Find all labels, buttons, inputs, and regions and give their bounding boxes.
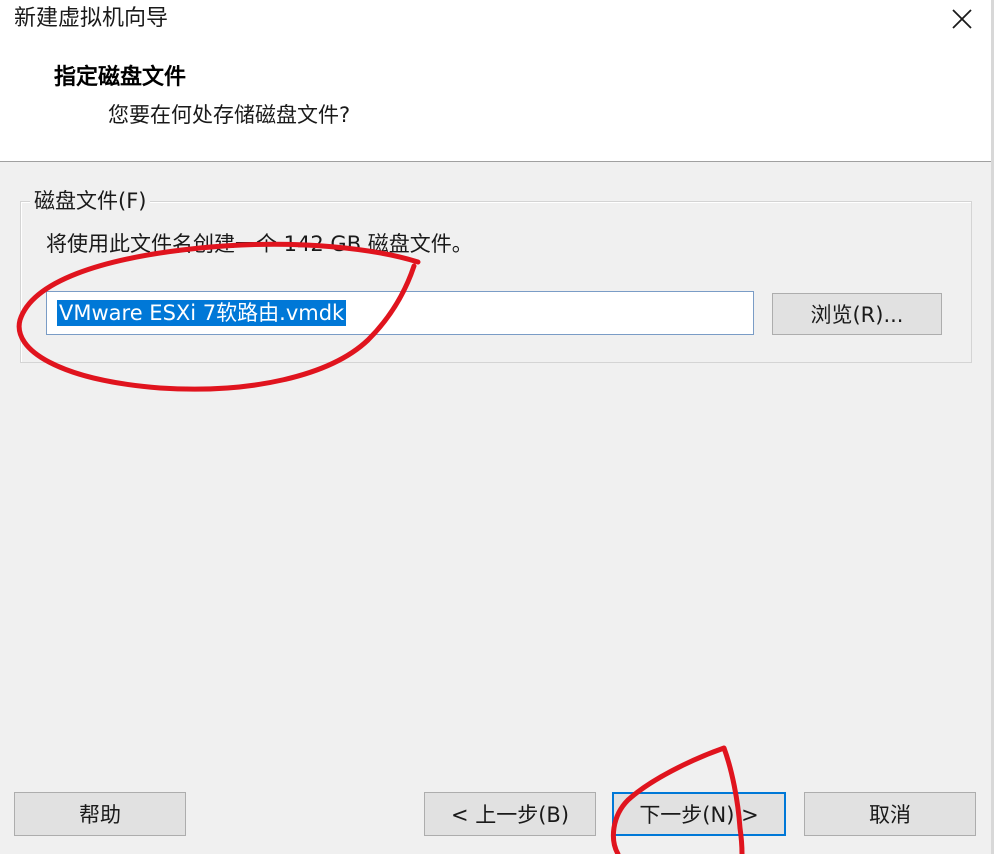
window-title: 新建虚拟机向导 bbox=[14, 6, 169, 31]
close-button[interactable] bbox=[936, 0, 988, 38]
wizard-header: 指定磁盘文件 您要在何处存储磁盘文件? bbox=[0, 40, 994, 162]
back-button[interactable]: < 上一步(B) bbox=[424, 792, 596, 836]
disk-file-legend: 磁盘文件(F) bbox=[30, 186, 151, 216]
help-button[interactable]: 帮助 bbox=[14, 792, 186, 836]
disk-file-groupbox bbox=[20, 201, 972, 363]
disk-file-description: 将使用此文件名创建一个 142 GB 磁盘文件。 bbox=[46, 232, 473, 256]
cancel-button[interactable]: 取消 bbox=[804, 792, 976, 836]
browse-button[interactable]: 浏览(R)... bbox=[772, 293, 942, 335]
page-subtitle: 您要在何处存储磁盘文件? bbox=[108, 103, 351, 127]
close-icon bbox=[952, 9, 972, 29]
wizard-window: 新建虚拟机向导 指定磁盘文件 您要在何处存储磁盘文件? 磁盘文件(F) 将使用此… bbox=[0, 0, 994, 854]
disk-filename-value: VMware ESXi 7软路由.vmdk bbox=[57, 300, 347, 326]
disk-filename-input[interactable]: VMware ESXi 7软路由.vmdk bbox=[46, 291, 754, 335]
next-button[interactable]: 下一步(N) > bbox=[612, 792, 786, 836]
page-title: 指定磁盘文件 bbox=[54, 65, 187, 90]
title-bar: 新建虚拟机向导 bbox=[0, 0, 994, 40]
